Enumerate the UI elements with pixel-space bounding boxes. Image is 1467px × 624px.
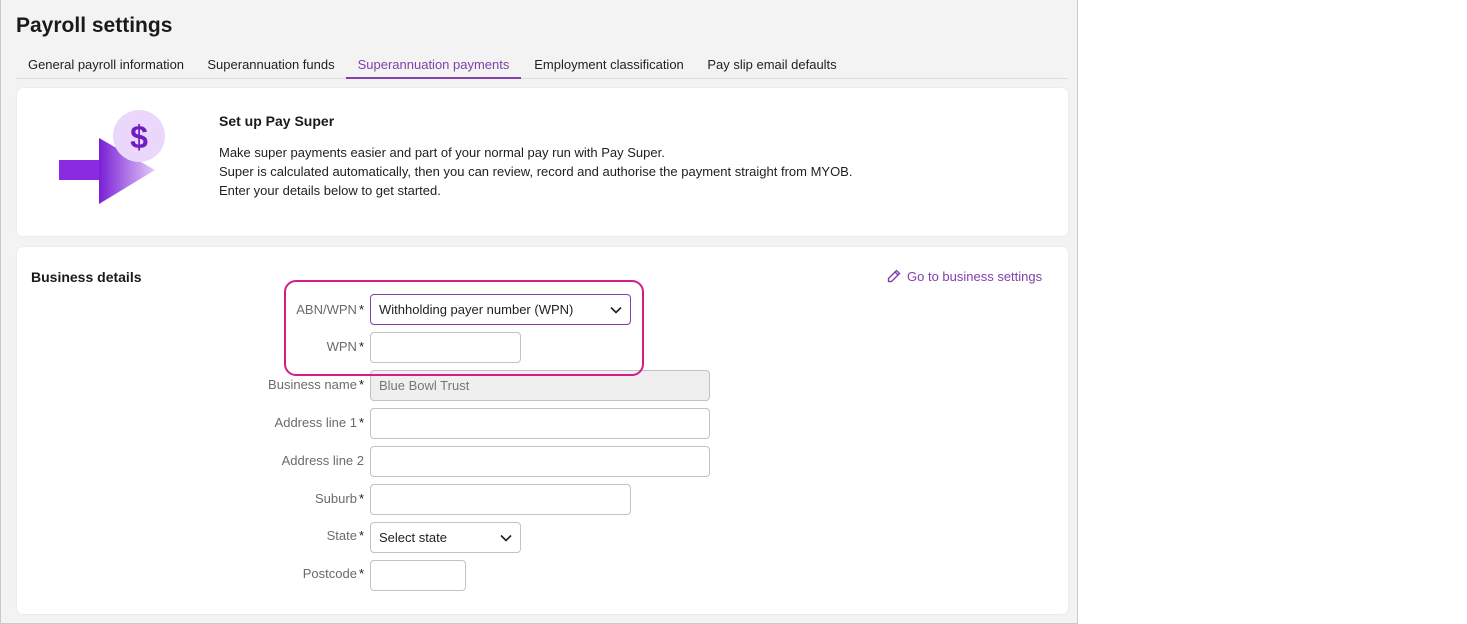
address-line-2-label: Address line 2 <box>281 453 364 468</box>
go-to-business-settings-link[interactable]: Go to business settings <box>887 267 1042 285</box>
wpn-input[interactable] <box>370 332 521 363</box>
tab-employment-classification[interactable]: Employment classification <box>525 50 693 79</box>
address-line-1-input[interactable] <box>370 408 710 439</box>
tab-superannuation-funds[interactable]: Superannuation funds <box>200 50 342 79</box>
abn-wpn-value: Withholding payer number (WPN) <box>379 302 574 317</box>
pay-super-intro-card: $ Set up Pay Super Make super payments e… <box>17 88 1068 236</box>
chevron-down-icon <box>500 534 512 542</box>
business-name-label: Business name * <box>268 377 364 392</box>
section-title: Business details <box>31 269 142 285</box>
suburb-input[interactable] <box>370 484 631 515</box>
postcode-input[interactable] <box>370 560 466 591</box>
payroll-settings-window: Payroll settings General payroll informa… <box>0 0 1078 624</box>
tab-bar: General payroll information Superannuati… <box>16 50 1068 79</box>
state-label: State * <box>326 528 364 543</box>
wpn-label: WPN * <box>326 339 364 354</box>
chevron-down-icon <box>610 306 622 314</box>
postcode-label: Postcode * <box>302 566 364 581</box>
tab-superannuation-payments[interactable]: Superannuation payments <box>346 50 521 79</box>
pencil-icon <box>887 269 901 283</box>
abn-wpn-select[interactable]: Withholding payer number (WPN) <box>370 294 631 325</box>
intro-title: Set up Pay Super <box>219 113 335 129</box>
intro-line-2: Super is calculated automatically, then … <box>219 164 853 179</box>
business-name-input: Blue Bowl Trust <box>370 370 710 401</box>
suburb-label: Suburb * <box>315 491 364 506</box>
address-line-1-label: Address line 1 * <box>274 415 364 430</box>
tab-general-payroll-information[interactable]: General payroll information <box>16 50 196 79</box>
intro-line-1: Make super payments easier and part of y… <box>219 145 665 160</box>
intro-line-3: Enter your details below to get started. <box>219 183 441 198</box>
svg-text:$: $ <box>130 119 148 155</box>
page-title: Payroll settings <box>16 14 173 37</box>
business-details-card: Business details Go to business settings… <box>17 247 1068 614</box>
dollar-arrow-icon: $ <box>59 110 165 204</box>
tab-pay-slip-email-defaults[interactable]: Pay slip email defaults <box>697 50 847 79</box>
go-to-business-settings-label: Go to business settings <box>907 268 1043 284</box>
state-value: Select state <box>379 530 447 545</box>
address-line-2-input[interactable] <box>370 446 710 477</box>
state-select[interactable]: Select state <box>370 522 521 553</box>
abn-wpn-label: ABN/WPN * <box>296 302 364 317</box>
